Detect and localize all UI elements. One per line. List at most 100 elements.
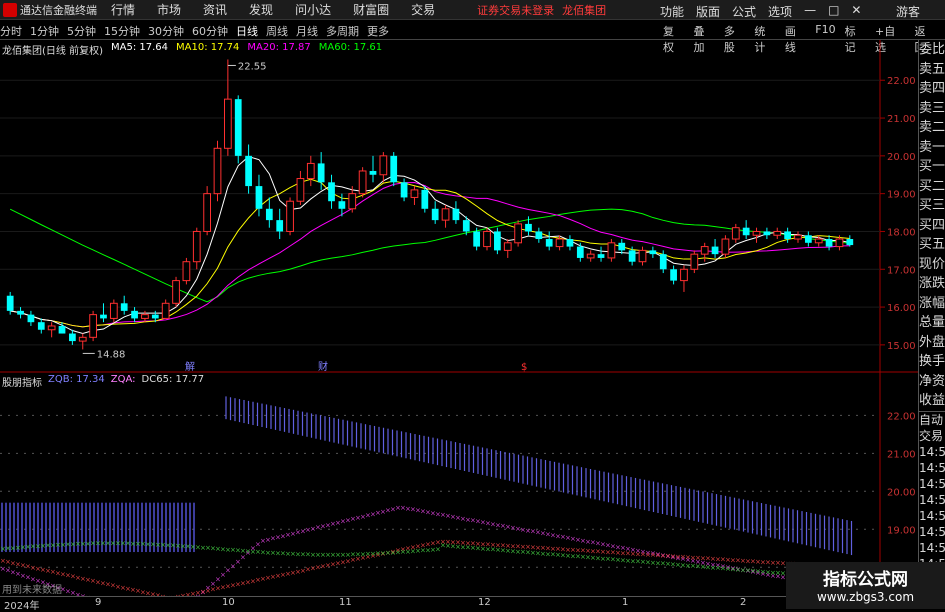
menu-faxian[interactable]: 发现	[249, 1, 273, 18]
candle-body	[214, 148, 221, 193]
date-10: 10	[222, 597, 235, 608]
zqa-label: ZQA:	[111, 374, 136, 389]
candle-body	[349, 194, 356, 209]
menu-zixun[interactable]: 资讯	[203, 1, 227, 18]
period-15min[interactable]: 15分钟	[104, 23, 140, 39]
candle-body	[100, 315, 107, 319]
candle-body	[722, 239, 729, 254]
candle-body	[774, 231, 781, 235]
period-multi[interactable]: 多周期	[326, 23, 359, 39]
candle-body	[815, 239, 822, 243]
close-icon[interactable]: ✕	[851, 3, 861, 20]
sub-info-bar: 股朋指标 ZQB: 17.34 ZQA: DC65: 17.77	[2, 374, 204, 389]
candle-body	[17, 311, 24, 315]
menu-banmian[interactable]: 版面	[696, 3, 720, 20]
candle-body	[463, 220, 470, 231]
candle-body	[245, 156, 252, 186]
quote-field-5: 卖一	[919, 138, 945, 158]
quote-field-17: 净资	[919, 372, 945, 392]
sub-title: 股朋指标	[2, 374, 42, 389]
ma10-label: MA10: 17.74	[176, 42, 239, 57]
candle-body	[795, 235, 802, 239]
tick-item-7: 14:56	[919, 524, 945, 540]
candle-body	[618, 243, 625, 251]
tick-item-8: 14:56	[919, 540, 945, 556]
low-label: 14.88	[97, 349, 126, 360]
event-mark: 财	[318, 360, 328, 373]
kline-chart[interactable]: 22.5514.88解财$ ××××××××××××××××××××××××××…	[0, 40, 918, 596]
tick-item-5: 14:56	[919, 492, 945, 508]
date-9: 9	[95, 597, 101, 608]
menu-hangqing[interactable]: 行情	[111, 1, 135, 18]
candle-body	[484, 231, 491, 246]
quote-field-1: 卖五	[919, 60, 945, 80]
login-warning[interactable]: 证券交易未登录	[477, 2, 554, 18]
price-axis-label: 21.00	[887, 114, 916, 125]
candle-body	[339, 201, 346, 209]
candle-body	[59, 326, 66, 334]
period-60min[interactable]: 60分钟	[192, 23, 228, 39]
menu-gongshi[interactable]: 公式	[732, 3, 756, 20]
guest-label[interactable]: 游客	[896, 3, 920, 20]
tick-list: 自动交易14:5614:5614:5614:5614:5614:5614:561…	[919, 411, 945, 588]
watermark-title: 指标公式网	[786, 565, 945, 590]
candle-body	[670, 269, 677, 280]
ma5-label: MA5: 17.64	[111, 42, 168, 57]
ma20-label: MA20: 17.87	[247, 42, 310, 57]
candle-body	[69, 334, 76, 342]
minimize-icon[interactable]: —	[804, 3, 816, 20]
candle-body	[494, 231, 501, 250]
period-monthly[interactable]: 月线	[296, 23, 318, 39]
candle-body	[152, 315, 159, 319]
quote-field-18: 收益	[919, 391, 945, 411]
candle-body	[401, 182, 408, 197]
menu-gongneng[interactable]: 功能	[660, 3, 684, 20]
menu-xuanxiang[interactable]: 选项	[768, 3, 792, 20]
menu-bar: 通达信金融终端 行情 市场 资讯 发现 问小达 财富圈 交易 证券交易未登录 龙…	[0, 0, 945, 20]
period-5min[interactable]: 5分钟	[67, 23, 96, 39]
period-fenshi[interactable]: 分时	[0, 23, 22, 39]
quote-field-7: 买二	[919, 177, 945, 197]
candle-body	[629, 250, 636, 261]
candle-body	[421, 190, 428, 209]
candle-body	[90, 315, 97, 338]
period-daily[interactable]: 日线	[236, 23, 258, 39]
candle-body	[235, 99, 242, 156]
candle-body	[266, 209, 273, 220]
date-axis: 2024年 9 10 11 12 1 2	[0, 596, 918, 609]
period-30min[interactable]: 30分钟	[148, 23, 184, 39]
tick-item-4: 14:56	[919, 476, 945, 492]
menu-shichang[interactable]: 市场	[157, 1, 181, 18]
candle-body	[38, 322, 45, 330]
period-weekly[interactable]: 周线	[266, 23, 288, 39]
candle-body	[546, 239, 553, 247]
zqb-label: ZQB: 17.34	[48, 374, 105, 389]
quote-field-15: 外盘	[919, 333, 945, 353]
period-1min[interactable]: 1分钟	[30, 23, 59, 39]
quote-field-9: 买四	[919, 216, 945, 236]
menu-wenxiaoda[interactable]: 问小达	[295, 1, 331, 18]
quote-field-13: 涨幅	[919, 294, 945, 314]
candle-body	[681, 269, 688, 280]
candle-body	[846, 239, 853, 245]
main-info-bar: 龙佰集团(日线 前复权) MA5: 17.64 MA10: 17.74 MA20…	[2, 42, 382, 57]
candle-body	[224, 99, 231, 148]
candle-body	[390, 156, 397, 182]
maximize-icon[interactable]: □	[828, 3, 839, 20]
tick-item-3: 14:56	[919, 460, 945, 476]
candle-body	[370, 171, 377, 175]
candle-body	[743, 228, 750, 236]
candle-body	[442, 209, 449, 220]
candle-body	[753, 231, 760, 235]
candle-body	[805, 235, 812, 243]
candle-body	[142, 315, 149, 319]
price-axis-label: 19.00	[887, 190, 916, 201]
menu-jiaoyi[interactable]: 交易	[411, 1, 435, 18]
period-more[interactable]: 更多	[367, 23, 389, 39]
sub-axis-label: 21.00	[887, 449, 916, 460]
menu-caifuquan[interactable]: 财富圈	[353, 1, 389, 18]
date-2: 2	[740, 597, 746, 608]
quote-field-8: 买三	[919, 196, 945, 216]
candle-body	[432, 209, 439, 220]
candle-body	[836, 239, 843, 247]
